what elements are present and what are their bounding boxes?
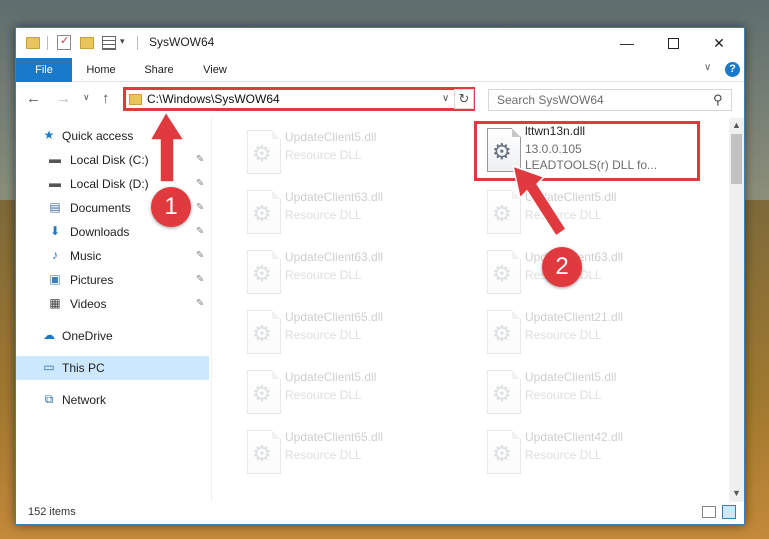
step-2-badge: 2	[542, 247, 582, 287]
annotation-arrows	[148, 110, 568, 238]
arrow-to-address-bar	[148, 110, 186, 183]
step-1-badge: 1	[151, 187, 191, 227]
arrow-to-file	[511, 164, 568, 238]
